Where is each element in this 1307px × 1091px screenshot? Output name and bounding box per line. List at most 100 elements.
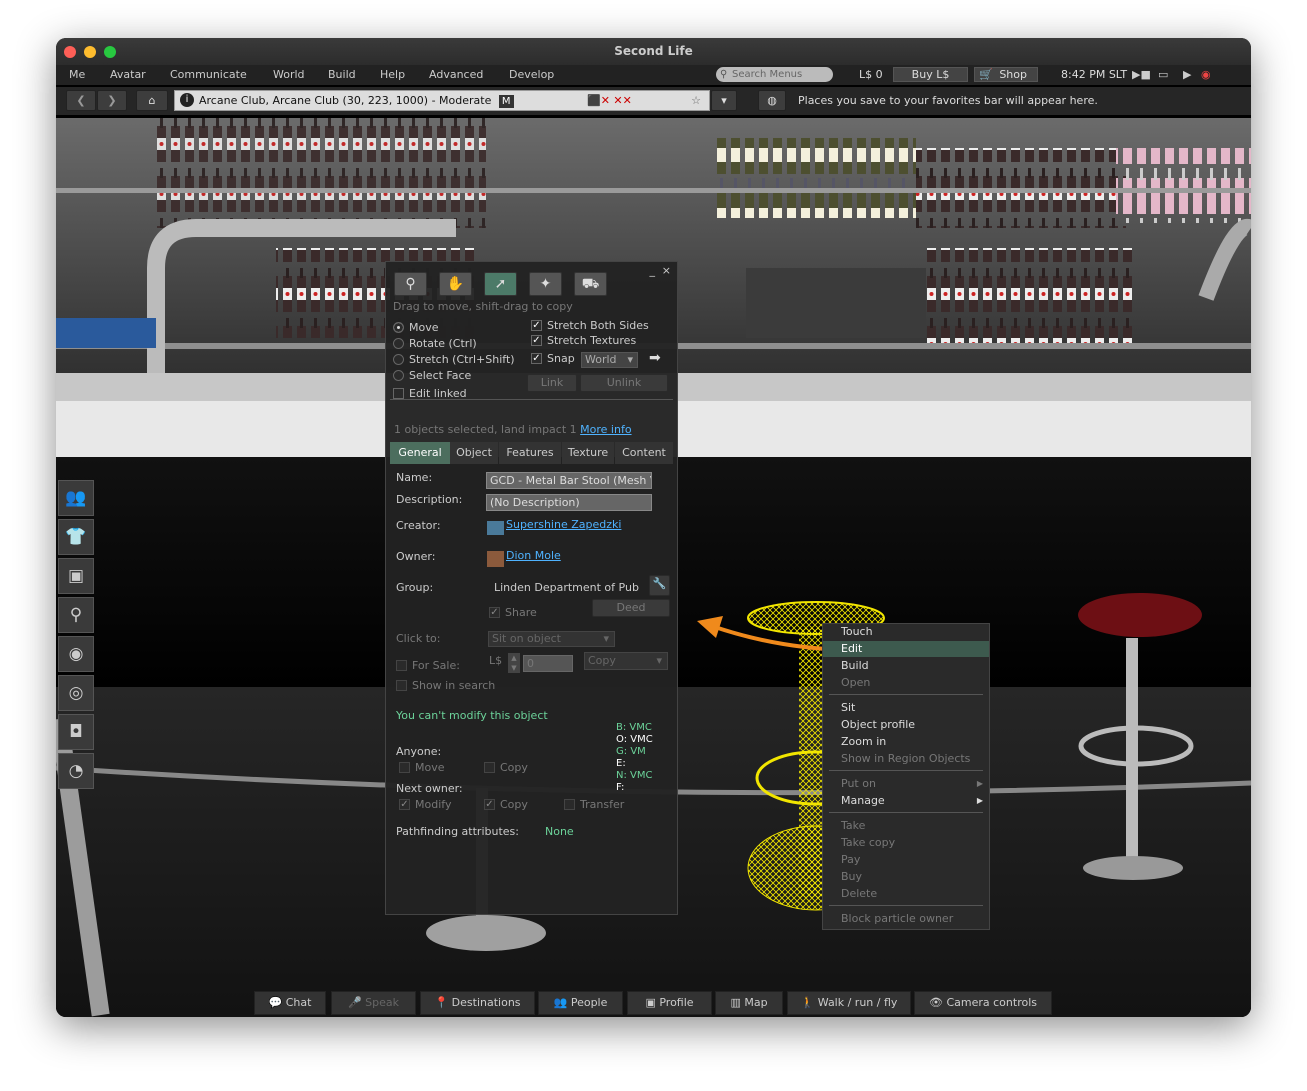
map-button[interactable]: ▥ Map xyxy=(715,991,783,1015)
context-open[interactable]: Open xyxy=(823,675,989,691)
anyone-move-checkbox[interactable] xyxy=(399,762,410,773)
context-object-profile[interactable]: Object profile xyxy=(823,717,989,733)
menu-communicate[interactable]: Communicate xyxy=(170,68,247,81)
create-tool-button[interactable]: ✦ xyxy=(529,272,562,296)
edit-linked-checkbox[interactable] xyxy=(393,388,404,399)
context-zoom-in[interactable]: Zoom in xyxy=(823,734,989,750)
next-owner-transfer-checkbox[interactable] xyxy=(564,799,575,810)
creator-link[interactable]: Supershine Zapedzki xyxy=(506,518,621,531)
tab-content[interactable]: Content xyxy=(615,442,673,464)
context-pay[interactable]: Pay xyxy=(823,852,989,868)
deed-button[interactable]: Deed xyxy=(592,599,670,617)
description-field[interactable]: (No Description) xyxy=(486,494,652,511)
context-put-on[interactable]: Put on ▶ xyxy=(823,776,989,792)
tab-texture[interactable]: Texture xyxy=(562,442,614,464)
inventory-icon[interactable]: ▣ xyxy=(58,558,94,594)
stretch-both-checkbox[interactable]: ✓ xyxy=(531,320,542,331)
mode-stretch-radio[interactable] xyxy=(393,354,404,365)
close-icon[interactable]: × xyxy=(662,264,671,277)
next-owner-copy-checkbox[interactable]: ✓ xyxy=(484,799,495,810)
snap-checkbox[interactable]: ✓ xyxy=(531,353,542,364)
price-spinner-arrows[interactable]: ▲ ▼ xyxy=(508,653,520,673)
chat-button[interactable]: 💬 Chat xyxy=(254,991,326,1015)
edit-tool-button[interactable]: ➚ xyxy=(484,272,517,296)
unlink-button[interactable]: Unlink xyxy=(580,374,668,392)
sale-type-dropdown[interactable]: Copy ▾ xyxy=(584,652,668,670)
focus-tool-button[interactable]: ⚲ xyxy=(394,272,427,296)
menu-avatar[interactable]: Avatar xyxy=(110,68,146,81)
radar-icon[interactable]: ◎ xyxy=(58,675,94,711)
search-icon[interactable]: ⚲ xyxy=(58,597,94,633)
owner-link[interactable]: Dion Mole xyxy=(506,549,561,562)
menu-build[interactable]: Build xyxy=(328,68,356,81)
menu-world[interactable]: World xyxy=(273,68,305,81)
land-tool-button[interactable]: ⛟ xyxy=(574,272,607,296)
info-icon[interactable]: i xyxy=(180,93,194,107)
show-in-search-checkbox[interactable] xyxy=(396,680,407,691)
people-button[interactable]: 👥 People xyxy=(538,991,623,1015)
location-field[interactable]: i Arcane Club, Arcane Club (30, 223, 100… xyxy=(174,90,710,111)
mode-select-face-radio[interactable] xyxy=(393,370,404,381)
mute-sound-icon[interactable]: ◉ xyxy=(1201,68,1211,81)
snapshot-icon[interactable]: ◘ xyxy=(58,714,94,750)
people-icon[interactable]: 👥 xyxy=(58,480,94,516)
context-take[interactable]: Take xyxy=(823,818,989,834)
tab-features[interactable]: Features xyxy=(499,442,561,464)
move-tool-button[interactable]: ✋ xyxy=(439,272,472,296)
home-button[interactable]: ⌂ xyxy=(136,90,168,111)
menu-help[interactable]: Help xyxy=(380,68,405,81)
context-buy[interactable]: Buy xyxy=(823,869,989,885)
walk-run-fly-button[interactable]: 🚶 Walk / run / fly xyxy=(787,991,911,1015)
camera-icon[interactable]: ▶■ xyxy=(1132,68,1151,81)
close-window-button[interactable] xyxy=(64,46,76,58)
monitor-icon[interactable]: ▭ xyxy=(1158,68,1168,81)
minimize-icon[interactable]: _ xyxy=(650,264,656,277)
menu-advanced[interactable]: Advanced xyxy=(429,68,483,81)
context-build[interactable]: Build xyxy=(823,658,989,674)
snap-arrow-icon[interactable]: ➡ xyxy=(649,350,661,366)
location-history-dropdown[interactable]: ▾ xyxy=(711,90,737,111)
appearance-icon[interactable]: 👕 xyxy=(58,519,94,555)
mode-move-radio[interactable] xyxy=(393,322,404,333)
set-group-button[interactable]: 🔧 xyxy=(649,575,670,596)
minimize-window-button[interactable] xyxy=(84,46,96,58)
menu-me[interactable]: Me xyxy=(69,68,85,81)
context-show-in-region-objects[interactable]: Show in Region Objects xyxy=(823,751,989,767)
search-menus-input[interactable]: ⚲ Search Menus xyxy=(716,67,833,82)
link-button[interactable]: Link xyxy=(527,374,577,392)
more-info-link[interactable]: More info xyxy=(580,423,631,436)
tab-object[interactable]: Object xyxy=(450,442,498,464)
context-delete[interactable]: Delete xyxy=(823,886,989,902)
click-action-dropdown[interactable]: Sit on object ▾ xyxy=(488,631,615,647)
context-block-particle-owner[interactable]: Block particle owner xyxy=(823,911,989,927)
name-field[interactable]: GCD - Metal Bar Stool (Mesh V xyxy=(486,472,652,489)
buy-currency-button[interactable]: Buy L$ xyxy=(893,67,968,82)
snap-mode-dropdown[interactable]: World ▾ xyxy=(581,352,638,368)
zoom-window-button[interactable] xyxy=(104,46,116,58)
context-take-copy[interactable]: Take copy xyxy=(823,835,989,851)
context-touch[interactable]: Touch xyxy=(823,624,989,640)
3d-viewport[interactable]: 👥 👕 ▣ ⚲ ◉ ◎ ◘ ◔ _ × ⚲ ✋ ➚ ✦ ⛟ Drag to mo… xyxy=(56,118,1251,1017)
price-field[interactable]: 0 xyxy=(523,655,573,672)
destinations-button[interactable]: 📍 Destinations xyxy=(420,991,535,1015)
menu-develop[interactable]: Develop xyxy=(509,68,554,81)
profile-button[interactable]: ▣ Profile xyxy=(627,991,712,1015)
for-sale-checkbox[interactable] xyxy=(396,660,407,671)
next-owner-modify-checkbox[interactable]: ✓ xyxy=(399,799,410,810)
forward-button[interactable]: ❯ xyxy=(97,90,127,111)
speak-button[interactable]: 🎤 Speak xyxy=(331,991,416,1015)
play-media-icon[interactable]: ▶ xyxy=(1183,68,1191,81)
favorite-star-icon[interactable]: ☆ xyxy=(691,91,701,110)
places-icon[interactable]: ◉ xyxy=(58,636,94,672)
context-edit[interactable]: Edit xyxy=(823,641,989,657)
performance-icon[interactable]: ◔ xyxy=(58,753,94,789)
back-button[interactable]: ❮ xyxy=(66,90,96,111)
context-sit[interactable]: Sit xyxy=(823,700,989,716)
camera-controls-button[interactable]: 👁 Camera controls xyxy=(914,991,1052,1015)
tab-general[interactable]: General xyxy=(390,442,450,464)
share-checkbox[interactable]: ✓ xyxy=(489,607,500,618)
favorites-button[interactable]: ◍ xyxy=(758,90,786,111)
shop-button[interactable]: 🛒 Shop xyxy=(974,67,1038,82)
anyone-copy-checkbox[interactable] xyxy=(484,762,495,773)
context-manage[interactable]: Manage ▶ xyxy=(823,793,989,809)
